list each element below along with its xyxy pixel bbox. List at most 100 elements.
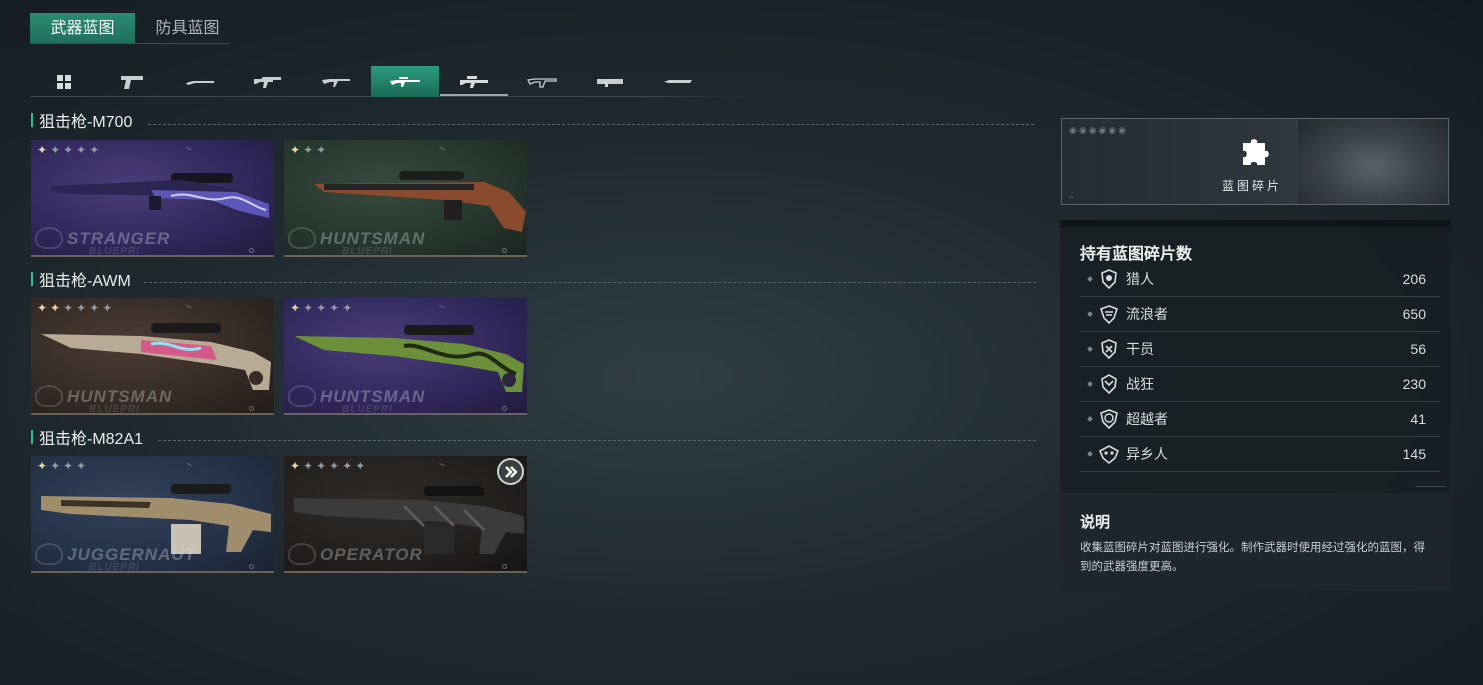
faction-emblem-icon xyxy=(288,385,316,407)
pistol-icon xyxy=(121,75,143,89)
rarity-stars: ✦✦✦✦✦✦ xyxy=(37,301,116,315)
melee-icon xyxy=(664,79,692,83)
faction-name: 流浪者 xyxy=(1126,306,1168,322)
blueprint-brand-sub: BLUEPRI xyxy=(89,562,140,573)
banner-decoration: ▪▪ xyxy=(1069,195,1074,201)
outlander-faction-icon xyxy=(1098,445,1120,465)
faction-emblem-icon xyxy=(288,543,316,565)
bullet-diamond xyxy=(1087,451,1093,457)
hunter-faction-icon xyxy=(1101,269,1117,290)
section-divider xyxy=(144,282,1036,283)
bullet-diamond xyxy=(1087,416,1093,422)
launcher-icon xyxy=(597,78,623,87)
fragment-count: 41 xyxy=(1410,411,1426,427)
corner-dot xyxy=(502,406,507,411)
holding-row-transcender: 超越者 41 xyxy=(1080,402,1440,437)
blueprint-card-m700-stranger[interactable]: ✦✦✦✦✦ STRANGER BLUEPRI xyxy=(31,140,274,257)
category-melee[interactable] xyxy=(644,66,712,97)
rarity-stars: ✦✦✦✦✦ xyxy=(290,301,356,315)
smg-icon xyxy=(254,76,281,88)
section-label: 狙击枪-M82A1 xyxy=(39,431,144,448)
holding-row-operative: 干员 56 xyxy=(1080,332,1440,367)
category-dmr[interactable] xyxy=(440,66,508,97)
category-assault-rifle[interactable] xyxy=(302,66,370,97)
fragment-count: 230 xyxy=(1402,376,1426,392)
tab-armor-blueprints[interactable]: 防具蓝图 xyxy=(135,13,240,44)
corner-dot xyxy=(249,248,254,253)
category-sniper-rifle[interactable] xyxy=(371,66,439,97)
corner-dot xyxy=(249,564,254,569)
category-shotgun[interactable] xyxy=(166,66,234,97)
blueprint-card-awm-huntsman-2[interactable]: ✦✦✦✦✦ HUNTSMAN BLUEPRI xyxy=(284,298,527,415)
grid-icon xyxy=(57,74,71,89)
rarity-stars: ✦✦✦✦ xyxy=(37,459,90,473)
corner-dot xyxy=(249,406,254,411)
tab-weapon-blueprints[interactable]: 武器蓝图 xyxy=(30,13,135,44)
holding-row-berserker: 战狂 230 xyxy=(1080,367,1440,402)
shotgun-icon xyxy=(186,80,214,85)
blueprint-card-m700-huntsman[interactable]: ✦✦✦ HUNTSMAN BLUEPRI xyxy=(284,140,527,257)
fragment-count: 56 xyxy=(1410,341,1426,357)
bullet-diamond xyxy=(1087,346,1093,352)
faction-name: 干员 xyxy=(1126,341,1154,357)
tabs-divider xyxy=(30,43,230,44)
fragment-art xyxy=(1298,119,1448,204)
fragment-holdings-panel: 持有蓝图碎片数 猎人 206 流浪者 650 干员 56 战狂 230 超越者 … xyxy=(1060,220,1451,493)
holding-row-wanderer: 流浪者 650 xyxy=(1080,297,1440,332)
section-divider xyxy=(158,440,1036,441)
rarity-stars: ✦✦✦✦✦ xyxy=(37,143,103,157)
blueprint-card-m82a1-operator[interactable]: ✦✦✦✦✦✦ OPERATOR xyxy=(284,456,527,573)
blueprint-brand-sub: BLUEPRI xyxy=(342,246,393,257)
category-launcher[interactable] xyxy=(576,66,644,97)
faction-mini-icons: ◉◉◉◉◉◉ xyxy=(1069,125,1129,135)
blueprint-brand: OPERATOR xyxy=(320,545,423,564)
blueprint-fragment-banner: ◉◉◉◉◉◉ ▪▪ 蓝图碎片 xyxy=(1061,118,1449,205)
section-marker xyxy=(31,430,33,444)
category-lmg[interactable] xyxy=(508,66,576,97)
sniper-rifle-icon xyxy=(390,76,420,87)
holding-row-hunter: 猎人 206 xyxy=(1080,262,1440,297)
category-smg[interactable] xyxy=(234,66,302,97)
lmg-icon xyxy=(527,77,557,88)
holdings-title: 持有蓝图碎片数 xyxy=(1080,246,1193,263)
blueprint-type-tabs: 武器蓝图 防具蓝图 xyxy=(30,13,240,44)
description-title: 说明 xyxy=(1080,514,1111,531)
rarity-stars: ✦✦✦✦✦✦ xyxy=(290,459,369,473)
blueprint-card-m82a1-juggernaut[interactable]: ✦✦✦✦ JUGGERNAUT BLUEPRI xyxy=(31,456,274,573)
section-marker xyxy=(31,272,33,286)
bullet-diamond xyxy=(1087,311,1093,317)
blueprint-brand-sub: BLUEPRI xyxy=(342,404,393,415)
operative-faction-icon xyxy=(1101,339,1117,360)
description-text: 收集蓝图碎片对蓝图进行强化。制作武器时使用经过强化的蓝图，得到的武器强度更高。 xyxy=(1080,542,1425,573)
wanderer-faction-icon xyxy=(1099,305,1119,325)
lock-status-icon[interactable] xyxy=(497,458,524,485)
section-marker xyxy=(31,113,33,127)
section-title-m700: 狙击枪-M700 xyxy=(31,108,132,132)
category-all[interactable] xyxy=(30,66,98,97)
transcender-faction-icon xyxy=(1100,409,1118,430)
blueprint-card-awm-huntsman-1[interactable]: ✦✦✦✦✦✦ HUNTSMAN BLUEPRI xyxy=(31,298,274,415)
section-title-awm: 狙击枪-AWM xyxy=(31,267,131,291)
category-pistol[interactable] xyxy=(98,66,166,97)
faction-name: 猎人 xyxy=(1126,271,1154,287)
corner-dot xyxy=(502,564,507,569)
fragment-count: 650 xyxy=(1402,306,1426,322)
faction-name: 超越者 xyxy=(1126,411,1168,427)
arrow-cross-icon xyxy=(504,465,518,478)
blueprint-brand-sub: BLUEPRI xyxy=(89,404,140,415)
rarity-stars: ✦✦✦ xyxy=(290,143,330,157)
faction-emblem-icon xyxy=(35,227,63,249)
fragment-count: 206 xyxy=(1402,271,1426,287)
holding-row-outlander: 异乡人 145 xyxy=(1080,437,1440,472)
bullet-diamond xyxy=(1087,381,1093,387)
panel-footer-strip xyxy=(1415,486,1445,487)
section-title-m82a1: 狙击枪-M82A1 xyxy=(31,425,143,449)
panel-header-strip xyxy=(1060,220,1451,227)
blueprint-brand-sub: BLUEPRI xyxy=(89,246,140,257)
weapon-category-bar xyxy=(30,66,748,97)
bullet-diamond xyxy=(1087,276,1093,282)
description-panel: 说明 收集蓝图碎片对蓝图进行强化。制作武器时使用经过强化的蓝图，得到的武器强度更… xyxy=(1060,494,1451,591)
berserker-faction-icon xyxy=(1101,374,1117,395)
faction-name: 战狂 xyxy=(1126,376,1154,392)
faction-emblem-icon xyxy=(35,385,63,407)
